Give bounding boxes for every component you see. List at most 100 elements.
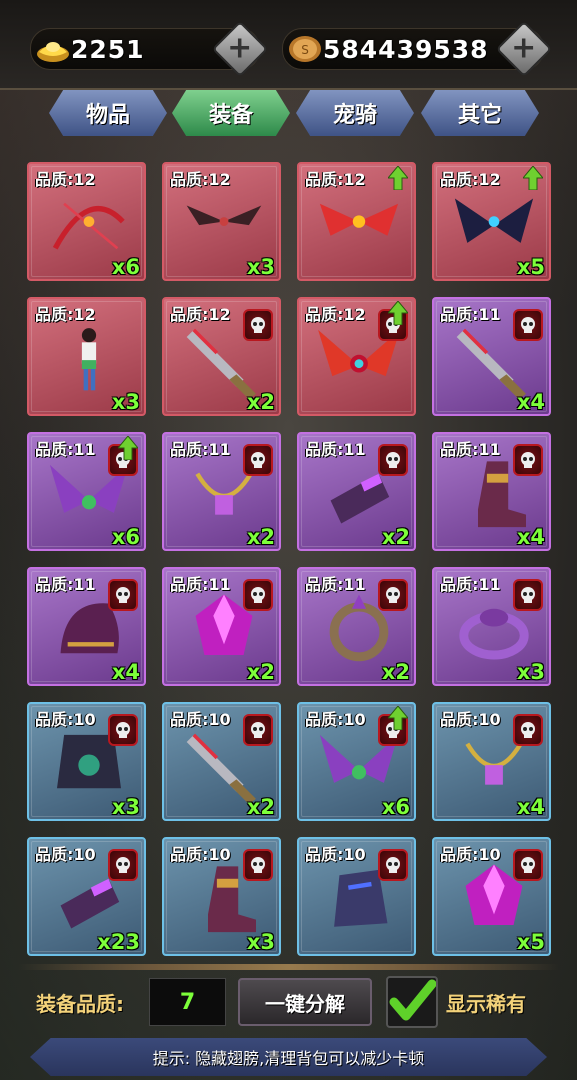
- item-quality-label: 品质:10: [170, 845, 231, 864]
- skull-badge-icon: [243, 849, 273, 881]
- plus-icon: +: [227, 30, 253, 66]
- inventory-slot[interactable]: 品质:12: [297, 162, 416, 281]
- item-quality-label: 品质:10: [305, 710, 366, 729]
- item-wings-bat-icon: [454, 198, 534, 243]
- show-rare-label: 显示稀有: [446, 992, 526, 1016]
- inventory-slot[interactable]: 品质:11 x4: [27, 567, 146, 686]
- item-quality-label: 品质:11: [305, 575, 366, 594]
- plus-icon: +: [511, 30, 537, 66]
- inventory-slot[interactable]: 品质:10 x3: [27, 702, 146, 821]
- item-count: x23: [97, 930, 140, 954]
- inventory-slot[interactable]: 品质:11 x2: [162, 567, 281, 686]
- inventory-slot[interactable]: 品质:12 x6: [27, 162, 146, 281]
- item-count: x3: [111, 390, 140, 414]
- item-quality-label: 品质:11: [35, 440, 96, 459]
- item-count: x4: [111, 660, 140, 684]
- coin-amount: 584439538: [323, 34, 489, 64]
- item-quality-label: 品质:12: [170, 305, 231, 324]
- upgrade-arrow-icon: [388, 166, 408, 190]
- skull-badge-icon: [513, 444, 543, 476]
- inventory-slot[interactable]: 品质:11 x4: [432, 432, 551, 551]
- skull-badge-icon: [108, 579, 138, 611]
- gold-ingot-icon: [37, 42, 69, 62]
- item-count: x5: [516, 930, 545, 954]
- item-count: x6: [111, 255, 140, 279]
- item-quality-label: 品质:12: [35, 170, 96, 189]
- item-quality-label: 品质:10: [440, 845, 501, 864]
- inventory-slot[interactable]: 品质:10: [297, 837, 416, 956]
- skull-badge-icon: [108, 714, 138, 746]
- inventory-slot[interactable]: 品质:10 x4: [432, 702, 551, 821]
- inventory-slot[interactable]: 品质:10 x5: [432, 837, 551, 956]
- item-quality-label: 品质:12: [440, 170, 501, 189]
- item-count: x6: [111, 525, 140, 549]
- inventory-slot[interactable]: 品质:10 x6: [297, 702, 416, 821]
- item-quality-label: 品质:10: [35, 845, 96, 864]
- inventory-slot[interactable]: 品质:11 x6: [27, 432, 146, 551]
- item-count: x4: [516, 525, 545, 549]
- skull-badge-icon: [378, 579, 408, 611]
- item-figure-icon: [81, 328, 97, 391]
- inventory-slot[interactable]: 品质:11 x2: [297, 567, 416, 686]
- item-quality-label: 品质:12: [305, 170, 366, 189]
- currency-bar: 2251 + S 584439538 +: [0, 0, 577, 90]
- item-count: x5: [516, 255, 545, 279]
- inventory-slot[interactable]: 品质:11 x4: [432, 297, 551, 416]
- skull-badge-icon: [513, 579, 543, 611]
- skull-badge-icon: [513, 309, 543, 341]
- inventory-slot[interactable]: 品质:10 x3: [162, 837, 281, 956]
- item-count: x2: [246, 390, 275, 414]
- skull-badge-icon: [243, 309, 273, 341]
- item-quality-label: 品质:10: [170, 710, 231, 729]
- item-count: x3: [246, 255, 275, 279]
- item-quality-label: 品质:10: [305, 845, 366, 864]
- item-quality-label: 品质:12: [35, 305, 96, 324]
- skull-badge-icon: [243, 444, 273, 476]
- item-quality-label: 品质:11: [440, 440, 501, 459]
- tab-equipment[interactable]: 装备: [172, 90, 290, 136]
- inventory-slot[interactable]: 品质:12 x3: [162, 162, 281, 281]
- item-count: x2: [246, 795, 275, 819]
- inventory-slot[interactable]: 品质:12: [297, 297, 416, 416]
- decompose-all-button[interactable]: 一键分解: [238, 978, 372, 1026]
- skull-badge-icon: [513, 849, 543, 881]
- item-quality-label: 品质:11: [170, 440, 231, 459]
- skull-badge-icon: [513, 714, 543, 746]
- skull-badge-icon: [108, 849, 138, 881]
- item-count: x2: [381, 660, 410, 684]
- upgrade-arrow-icon: [388, 706, 408, 730]
- equipment-quality-label: 装备品质:: [36, 992, 124, 1016]
- inventory-slot[interactable]: 品质:11 x3: [432, 567, 551, 686]
- item-count: x2: [381, 525, 410, 549]
- upgrade-arrow-icon: [118, 436, 138, 460]
- item-count: x6: [381, 795, 410, 819]
- copper-coin-icon: S: [289, 36, 321, 62]
- item-count: x3: [516, 660, 545, 684]
- item-count: x3: [246, 930, 275, 954]
- inventory-slot[interactable]: 品质:11 x2: [297, 432, 416, 551]
- inventory-slot[interactable]: 品质:10 x23: [27, 837, 146, 956]
- inventory-slot[interactable]: 品质:10 x2: [162, 702, 281, 821]
- skull-badge-icon: [243, 714, 273, 746]
- item-quality-label: 品质:10: [35, 710, 96, 729]
- tab-items[interactable]: 物品: [49, 90, 167, 136]
- item-quality-label: 品质:12: [170, 170, 231, 189]
- skull-badge-icon: [243, 579, 273, 611]
- item-wings-dark-icon: [186, 205, 262, 226]
- tab-pets-mounts[interactable]: 宠骑: [296, 90, 414, 136]
- inventory-slot[interactable]: 品质:12 x3: [27, 297, 146, 416]
- item-quality-label: 品质:11: [305, 440, 366, 459]
- item-count: x4: [516, 795, 545, 819]
- quality-input[interactable]: 7: [149, 978, 226, 1026]
- item-quality-label: 品质:11: [440, 305, 501, 324]
- item-wings-fire-icon: [319, 203, 399, 236]
- gold-amount: 2251: [71, 34, 145, 64]
- inventory-slot[interactable]: 品质:12 x5: [432, 162, 551, 281]
- tab-other[interactable]: 其它: [421, 90, 539, 136]
- inventory-slot[interactable]: 品质:11 x2: [162, 432, 281, 551]
- show-rare-checkbox[interactable]: [386, 976, 438, 1028]
- checkmark-icon: [389, 979, 437, 1021]
- item-bow-icon: [52, 202, 125, 250]
- inventory-slot[interactable]: 品质:12 x2: [162, 297, 281, 416]
- inventory-grid: 品质:12 x6 品质:12 x3 品质:12 品质:12 x5 品质:12 x3 品质:12 x2…: [18, 148, 559, 956]
